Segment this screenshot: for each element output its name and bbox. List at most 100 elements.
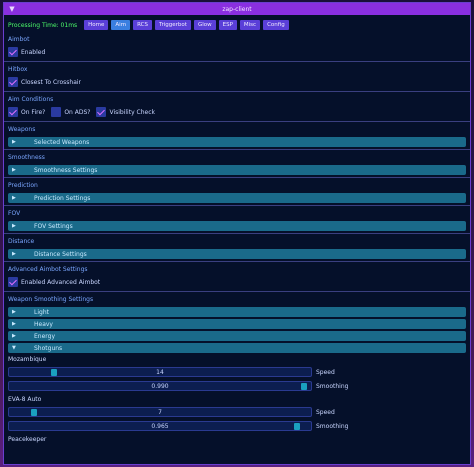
collapse-arrow-icon: ▼: [12, 345, 16, 351]
aim-conditions-title: Aim Conditions: [8, 96, 54, 103]
expand-arrow-icon: ▶: [12, 321, 16, 327]
on-fire-checkbox[interactable]: [8, 107, 18, 117]
closest-to-crosshair-label: Closest To Crosshair: [21, 78, 82, 86]
advanced-aimbot-label: Enabled Advanced Aimbot: [21, 278, 101, 286]
smoothness-settings-label: Smoothness Settings: [34, 166, 98, 174]
weapon-smoothing-section: Weapon Smoothing Settings ▶ Light ▶ Heav…: [4, 295, 470, 445]
smoothing-label: Smoothing: [316, 382, 349, 390]
advanced-title: Advanced Aimbot Settings: [8, 266, 88, 273]
divider: [4, 233, 470, 234]
expand-arrow-icon: ▶: [12, 139, 16, 145]
weapons-title: Weapons: [8, 126, 36, 133]
selected-weapons-label: Selected Weapons: [34, 138, 90, 146]
processing-time: Processing Time: 01ms: [8, 21, 78, 29]
slider-grab[interactable]: [301, 383, 308, 390]
fov-section: FOV ▶ FOV Settings: [4, 209, 470, 234]
divider: [4, 61, 470, 62]
advanced-aimbot-checkbox[interactable]: [8, 277, 18, 287]
slider-grab[interactable]: [293, 423, 300, 430]
divider: [4, 149, 470, 150]
aimbot-title: Aimbot: [8, 36, 30, 43]
distance-section: Distance ▶ Distance Settings: [4, 237, 470, 262]
divider: [4, 91, 470, 92]
expand-arrow-icon: ▶: [12, 167, 16, 173]
mozambique-speed-value: 14: [156, 368, 164, 376]
aimbot-enabled-label: Enabled: [21, 48, 46, 56]
expand-arrow-icon: ▶: [12, 223, 16, 229]
smoothing-label: Smoothing: [316, 422, 349, 430]
weapon-name-eva8: EVA-8 Auto: [8, 396, 42, 403]
divider: [4, 121, 470, 122]
title-bar[interactable]: ▼ zap-client: [4, 3, 470, 15]
fov-settings-label: FOV Settings: [34, 222, 73, 230]
tab-config[interactable]: Config: [263, 20, 289, 30]
group-shotguns-header[interactable]: ▼ Shotguns: [8, 343, 466, 353]
speed-label: Speed: [316, 408, 335, 416]
eva8-smoothing-value: 0.965: [151, 422, 169, 430]
on-ads-label: On ADS?: [64, 108, 91, 116]
slider-grab[interactable]: [51, 369, 58, 376]
aimbot-enabled-checkbox[interactable]: [8, 47, 18, 57]
group-energy-label: Energy: [34, 332, 56, 340]
fov-settings-header[interactable]: ▶ FOV Settings: [8, 221, 466, 231]
on-ads-checkbox[interactable]: [51, 107, 62, 117]
collapse-window-icon[interactable]: ▼: [8, 5, 16, 13]
eva8-smoothing-slider[interactable]: 0.965: [8, 421, 312, 431]
tab-glow[interactable]: Glow: [193, 20, 216, 30]
tab-esp[interactable]: ESP: [218, 20, 237, 30]
eva8-speed-slider[interactable]: 7: [8, 407, 312, 417]
aim-conditions-section: Aim Conditions On Fire? On ADS? Visibili…: [4, 95, 470, 122]
on-fire-label: On Fire?: [21, 108, 46, 116]
top-bar: Processing Time: 01ms Home Aim RCS Trigg…: [4, 18, 470, 32]
group-light-header[interactable]: ▶ Light: [8, 307, 466, 317]
weapons-section: Weapons ▶ Selected Weapons: [4, 125, 470, 150]
slider-grab[interactable]: [30, 409, 37, 416]
visibility-check-checkbox[interactable]: [96, 107, 107, 117]
closest-to-crosshair-checkbox[interactable]: [8, 77, 18, 87]
selected-weapons-header[interactable]: ▶ Selected Weapons: [8, 137, 466, 147]
expand-arrow-icon: ▶: [12, 309, 16, 315]
prediction-section: Prediction ▶ Prediction Settings: [4, 181, 470, 206]
divider: [4, 261, 470, 262]
prediction-settings-label: Prediction Settings: [34, 194, 91, 202]
tab-aim[interactable]: Aim: [111, 20, 131, 30]
group-light-label: Light: [34, 308, 49, 316]
prediction-settings-header[interactable]: ▶ Prediction Settings: [8, 193, 466, 203]
smoothness-settings-header[interactable]: ▶ Smoothness Settings: [8, 165, 466, 175]
tab-misc[interactable]: Misc: [239, 20, 261, 30]
window-title: zap-client: [222, 5, 252, 13]
group-energy-header[interactable]: ▶ Energy: [8, 331, 466, 341]
smoothness-section: Smoothness ▶ Smoothness Settings: [4, 153, 470, 178]
group-shotguns-label: Shotguns: [34, 344, 63, 352]
aimbot-section: Aimbot Enabled: [4, 35, 470, 62]
weapon-smoothing-title: Weapon Smoothing Settings: [8, 296, 94, 303]
smoothness-title: Smoothness: [8, 154, 45, 161]
expand-arrow-icon: ▶: [12, 195, 16, 201]
prediction-title: Prediction: [8, 182, 38, 189]
distance-settings-label: Distance Settings: [34, 250, 87, 258]
main-window: ▼ zap-client Processing Time: 01ms Home …: [3, 2, 471, 465]
expand-arrow-icon: ▶: [12, 251, 16, 257]
eva8-speed-value: 7: [158, 408, 162, 416]
advanced-section: Advanced Aimbot Settings Enabled Advance…: [4, 265, 470, 292]
tab-home[interactable]: Home: [84, 20, 109, 30]
speed-label: Speed: [316, 368, 335, 376]
hitbox-section: Hitbox Closest To Crosshair: [4, 65, 470, 92]
mozambique-smoothing-value: 0.990: [151, 382, 169, 390]
group-heavy-label: Heavy: [34, 320, 53, 328]
tab-triggerbot[interactable]: Triggerbot: [154, 20, 191, 30]
fov-title: FOV: [8, 210, 21, 217]
distance-title: Distance: [8, 238, 35, 245]
mozambique-smoothing-slider[interactable]: 0.990: [8, 381, 312, 391]
mozambique-speed-slider[interactable]: 14: [8, 367, 312, 377]
weapon-name-mozambique: Mozambique: [8, 356, 47, 363]
tab-rcs[interactable]: RCS: [133, 20, 152, 30]
hitbox-title: Hitbox: [8, 66, 28, 73]
divider: [4, 291, 470, 292]
group-heavy-header[interactable]: ▶ Heavy: [8, 319, 466, 329]
weapon-name-peacekeeper: Peacekeeper: [8, 436, 47, 443]
divider: [4, 177, 470, 178]
divider: [4, 205, 470, 206]
distance-settings-header[interactable]: ▶ Distance Settings: [8, 249, 466, 259]
visibility-check-label: Visibility Check: [109, 108, 155, 116]
